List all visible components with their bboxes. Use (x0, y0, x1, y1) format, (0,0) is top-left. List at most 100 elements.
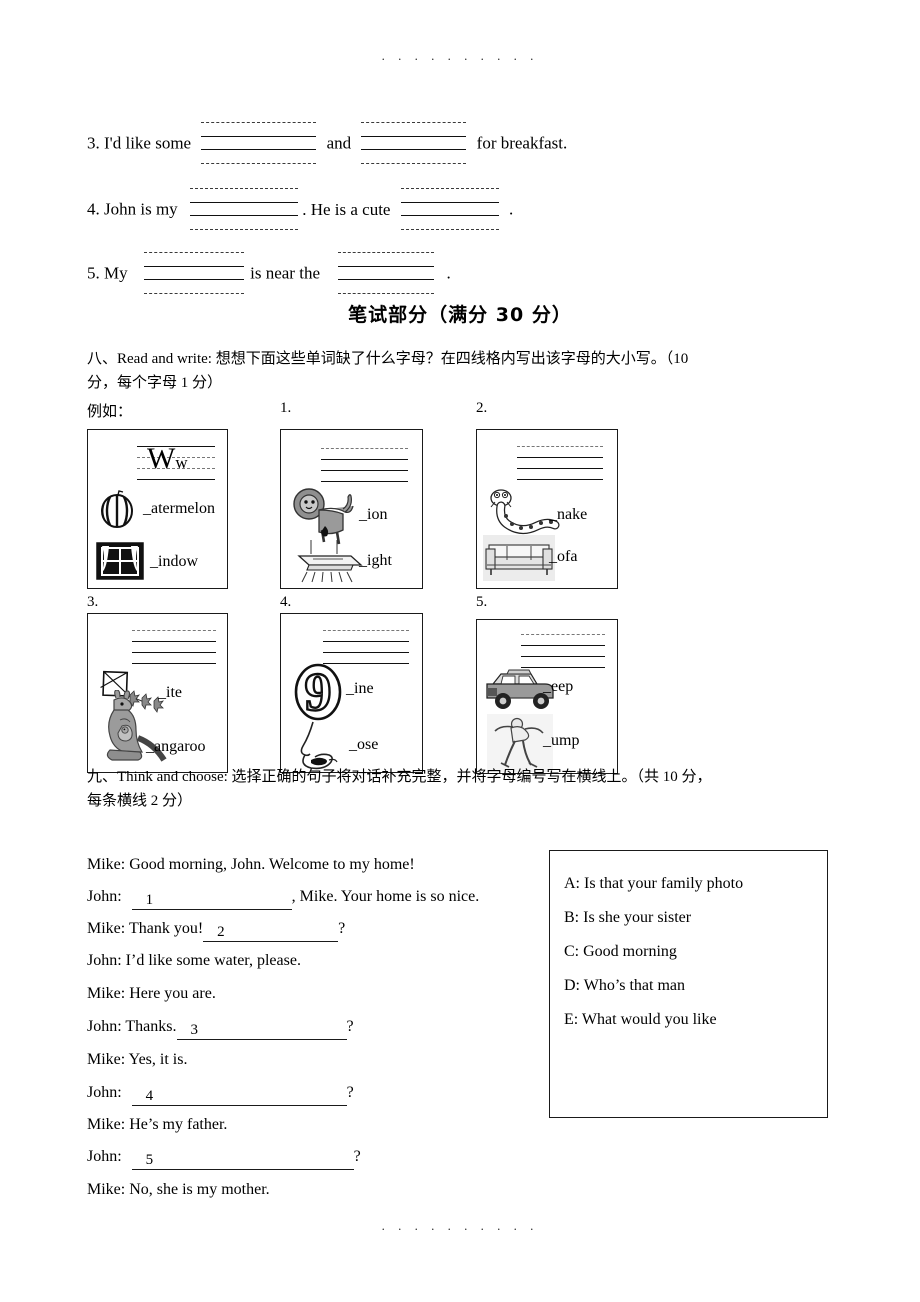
dialogue-text: Good morning, John. Welcome to my home! (129, 856, 415, 873)
word-label: _indow (150, 553, 198, 570)
box-number-1: 1. (280, 400, 292, 416)
fill-sentence-3-before: 3. I'd like some (87, 133, 192, 153)
handwriting-guide[interactable] (521, 634, 605, 670)
option-b[interactable]: B: Is she your sister (564, 909, 691, 927)
dialogue-line: Mike: No, she is my mother. (87, 1181, 270, 1199)
top-ellipsis-marker: . . . . . . . . . . (381, 48, 539, 63)
example-letter: Ww (147, 442, 188, 475)
box-number-3: 3. (87, 594, 99, 610)
dialogue-tail: ? (346, 1084, 354, 1101)
dialogue-line: John: I’d like some water, please. (87, 952, 301, 970)
word-box-5[interactable]: _eep _ump (476, 619, 618, 774)
dialogue-line: John: 1, Mike. Your home is so nice. (87, 888, 479, 910)
handwriting-guide[interactable] (517, 446, 603, 482)
dialogue-speaker: Mike: (87, 1181, 126, 1198)
option-d[interactable]: D: Who’s that man (564, 977, 685, 995)
dialogue-line: Mike: Here you are. (87, 985, 216, 1003)
section8-instruction-line1: 八、Read and write: 想想下面这些单词缺了什么字母？在四线格内写出… (87, 351, 689, 367)
handwriting-guide[interactable] (321, 448, 408, 484)
light-icon (293, 538, 365, 589)
answer-blank-1[interactable]: 1 (131, 892, 292, 910)
dialogue-line: John: Thanks. 3? (87, 1018, 354, 1040)
handwriting-guide[interactable] (323, 630, 409, 666)
answer-blank-2[interactable]: 2 (203, 924, 339, 942)
fill-sentence-5-before: 5. My (87, 263, 128, 283)
sofa-icon (483, 535, 555, 586)
dialogue-speaker: Mike: (87, 1051, 126, 1068)
word-box-3[interactable]: _ite _angaroo (87, 613, 228, 773)
handwriting-guide[interactable] (338, 250, 435, 296)
dialogue-line: John: 5? (87, 1148, 361, 1170)
dialogue-speaker: John: (87, 888, 122, 905)
word-label: _nake (549, 506, 588, 523)
word-label: _ion (359, 506, 388, 523)
dialogue-speaker: Mike: (87, 856, 126, 873)
word-label: _ine (346, 680, 374, 697)
dialogue-line: Mike: Yes, it is. (87, 1051, 187, 1069)
fill-sentence-5-after: . (446, 263, 451, 283)
bottom-ellipsis-marker: . . . . . . . . . . (381, 1218, 539, 1233)
word-label: _eep (543, 678, 574, 695)
handwriting-guide[interactable] (400, 186, 499, 232)
dialogue-speaker: Mike: (87, 985, 126, 1002)
dialogue-line: Mike: Thank you! 2? (87, 920, 345, 942)
section9-instruction-line2: 每条横线 2 分） (87, 793, 193, 809)
box-number-2: 2. (476, 400, 488, 416)
dialogue-text: Yes, it is. (128, 1051, 188, 1068)
example-label: 例如： (87, 404, 133, 420)
answer-blank-4[interactable]: 4 (131, 1088, 347, 1106)
fill-sentence-4-after: . (508, 199, 514, 219)
word-label: _ose (349, 736, 379, 753)
dialogue-speaker: John: (87, 1018, 122, 1035)
written-part-title: 笔试部分（满分 30 分） (348, 304, 572, 326)
fill-sentence-5-middle: is near the (250, 263, 320, 283)
handwriting-guide[interactable] (189, 186, 298, 232)
fill-sentence-3: 3. I'd like some and for breakfast. (87, 120, 567, 166)
section8-instruction-line2: 分，每个字母 1 分） (87, 375, 223, 391)
handwriting-guide[interactable]: Ww (137, 442, 215, 482)
handwriting-guide[interactable] (132, 630, 216, 666)
word-label: _angaroo (146, 738, 206, 755)
box-number-4: 4. (280, 594, 292, 610)
dialogue-text: He’s my father. (129, 1116, 228, 1133)
dialogue-speaker: John: (87, 1084, 122, 1101)
fill-sentence-4-middle: . He is a cute (302, 199, 391, 219)
answer-blank-3[interactable]: 3 (176, 1022, 347, 1040)
dialogue-line: Mike: Good morning, John. Welcome to my … (87, 856, 415, 874)
svg-text:9: 9 (305, 662, 332, 722)
fill-sentence-5: 5. My is near the . (87, 250, 451, 296)
option-e[interactable]: E: What would you like (564, 1011, 717, 1029)
word-box-1[interactable]: _ion _ight (280, 429, 423, 589)
word-box-example[interactable]: Ww _atermelon _indow (87, 429, 228, 589)
word-box-4[interactable]: 9 _ine _ose (280, 613, 423, 773)
dialogue-tail: ? (353, 1148, 361, 1165)
dialogue-text: I’d like some water, please. (125, 952, 301, 969)
nine-icon: 9 (291, 661, 347, 727)
dialogue-speaker: John: (87, 952, 122, 969)
box-number-5: 5. (476, 594, 488, 610)
dialogue-text: No, she is my mother. (129, 1181, 270, 1198)
handwriting-guide[interactable] (201, 120, 317, 166)
fill-sentence-3-middle: and (326, 133, 352, 153)
dialogue-text: Thanks. (125, 1018, 177, 1035)
section9-instruction-line1: 九、Think and choose: 选择正确的句子将对话补充完整，并将字母编… (87, 769, 712, 785)
option-a[interactable]: A: Is that your family photo (564, 875, 743, 893)
dialogue-text: Thank you! (128, 920, 204, 937)
dialogue-speaker: Mike: (87, 920, 126, 937)
dialogue-text: Here you are. (129, 985, 216, 1002)
dialogue-speaker: John: (87, 1148, 122, 1165)
fill-sentence-4-before: 4. John is my (87, 199, 178, 219)
word-label: _ump (543, 732, 580, 749)
handwriting-guide[interactable] (143, 250, 244, 296)
handwriting-guide[interactable] (361, 120, 467, 166)
answer-blank-5[interactable]: 5 (131, 1152, 354, 1170)
window-icon (96, 542, 144, 585)
fill-sentence-4: 4. John is my . He is a cute . (87, 186, 513, 232)
dialogue-line: Mike: He’s my father. (87, 1116, 227, 1134)
option-c[interactable]: C: Good morning (564, 943, 677, 961)
exam-page: . . . . . . . . . . 3. I'd like some and… (0, 0, 920, 1302)
dialogue-speaker: Mike: (87, 1116, 126, 1133)
dialogue-tail: ? (346, 1018, 354, 1035)
word-label: _ight (359, 552, 392, 569)
word-box-2[interactable]: _nake _ofa (476, 429, 618, 589)
